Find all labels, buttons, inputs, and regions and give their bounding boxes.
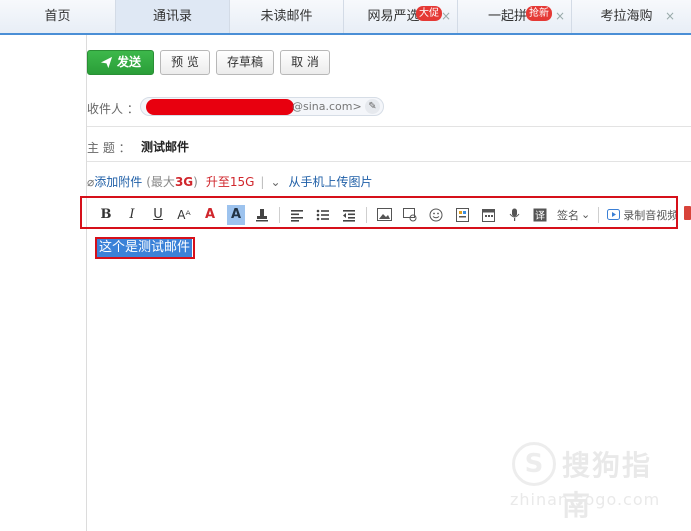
promo-badge: 大促 <box>416 6 442 21</box>
max-size-suffix: ) <box>193 174 198 189</box>
send-button[interactable]: 发送 <box>87 50 154 75</box>
tab-kaola[interactable]: 考拉海购 × <box>572 0 691 33</box>
max-size-prefix: (最大 <box>146 174 175 189</box>
redacted-address <box>146 99 294 115</box>
tab-bar: 首页 通讯录 未读邮件 网易严选 大促 × 一起拼 抢新 × 考拉海购 × <box>0 0 691 35</box>
selection-highlight-frame <box>95 237 195 259</box>
subject-input[interactable]: 测试邮件 <box>141 138 189 155</box>
divider <box>87 161 691 162</box>
upgrade-link[interactable]: 升至15G <box>206 173 255 191</box>
close-icon[interactable]: × <box>665 0 675 33</box>
tab-label: 一起拼 <box>487 9 527 24</box>
recipient-label: 收件人 ： <box>87 102 139 116</box>
recipient-chip[interactable]: @sina.com> ✎ <box>140 97 384 116</box>
edit-pencil-icon[interactable]: ✎ <box>365 99 380 114</box>
separator: | <box>260 174 265 189</box>
tab-label: 通讯录 <box>152 9 192 24</box>
attachment-row: ⌀添加附件 (最大3G) 升至15G | ⌄ 从手机上传图片 <box>87 172 373 190</box>
send-label: 发送 <box>116 55 141 69</box>
max-size-value: 3G <box>174 174 194 189</box>
paper-plane-icon <box>100 56 113 69</box>
divider <box>87 126 691 127</box>
watermark-url: zhinan.sogo.com <box>510 490 661 509</box>
cancel-button[interactable]: 取 消 <box>280 50 330 75</box>
tab-unread[interactable]: 未读邮件 <box>230 0 344 33</box>
tab-contacts[interactable]: 通讯录 <box>116 0 230 33</box>
tab-home[interactable]: 首页 <box>0 0 116 33</box>
tab-yiqipin[interactable]: 一起拼 抢新 × <box>458 0 572 33</box>
tab-yanxuan[interactable]: 网易严选 大促 × <box>344 0 458 33</box>
toolbar-highlight-frame <box>80 196 678 229</box>
tab-label: 网易严选 <box>367 9 420 24</box>
add-attachment-link[interactable]: 添加附件 <box>94 173 142 191</box>
watermark: S 搜狗指南 zhinan.sogo.com <box>510 440 680 522</box>
watermark-title: 搜狗指南 <box>562 449 653 522</box>
cancel-label: 取 消 <box>291 55 319 69</box>
tab-label: 考拉海购 <box>600 9 653 24</box>
tab-label: 未读邮件 <box>260 9 313 24</box>
close-icon[interactable]: × <box>555 0 565 33</box>
sogou-logo-icon: S <box>512 442 556 486</box>
chevron-down-icon[interactable]: ⌄ <box>270 173 280 191</box>
save-draft-label: 存草稿 <box>226 55 263 69</box>
recipient-domain: @sina.com> <box>292 100 362 113</box>
tab-label: 首页 <box>44 9 71 24</box>
subject-label: 主 题 ： <box>87 141 131 155</box>
save-draft-button[interactable]: 存草稿 <box>216 50 274 75</box>
preview-button[interactable]: 预 览 <box>160 50 210 75</box>
promo-badge: 抢新 <box>526 6 552 21</box>
upload-from-phone-link[interactable]: 从手机上传图片 <box>289 173 373 191</box>
close-icon[interactable]: × <box>441 0 451 33</box>
preview-label: 预 览 <box>171 55 199 69</box>
more-icon[interactable] <box>684 206 691 220</box>
paperclip-icon: ⌀ <box>87 174 95 189</box>
